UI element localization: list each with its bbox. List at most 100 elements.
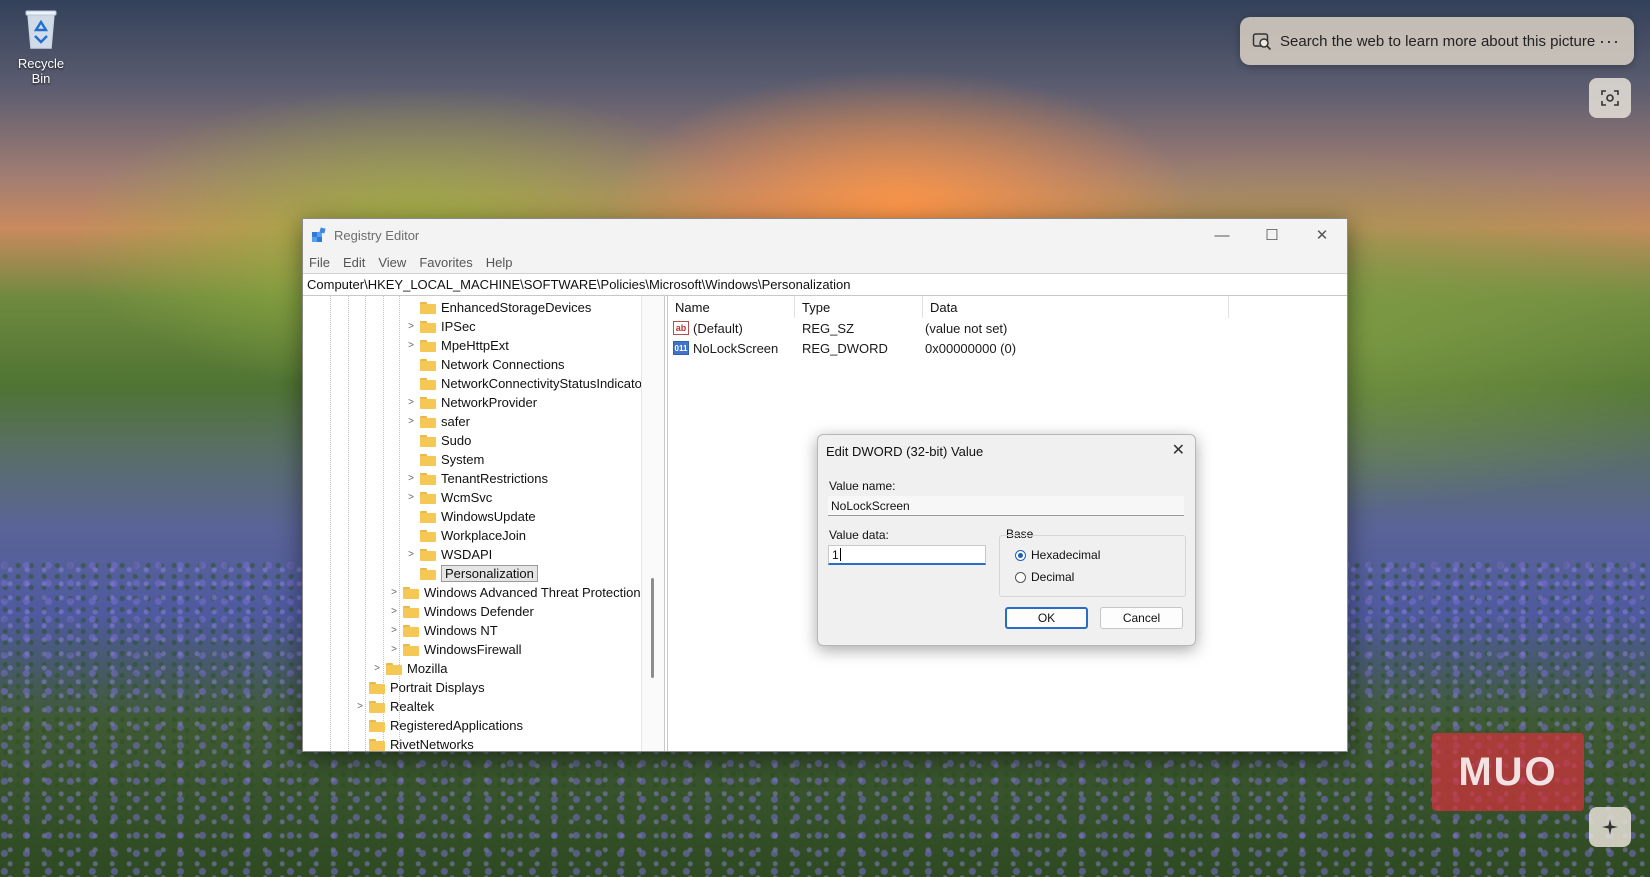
values-header: Name Type Data (668, 296, 1347, 318)
wallpaper-info-button[interactable] (1589, 807, 1631, 847)
tree-node-label: WSDAPI (441, 547, 493, 562)
hexadecimal-radio[interactable]: Hexadecimal (1015, 548, 1100, 562)
tree-node[interactable]: > Windows Defender (388, 602, 534, 621)
folder-icon (420, 434, 436, 447)
tree-node[interactable]: WindowsUpdate (405, 507, 536, 526)
address-bar[interactable]: Computer\HKEY_LOCAL_MACHINE\SOFTWARE\Pol… (303, 273, 1347, 296)
folder-icon (420, 510, 436, 523)
menu-bar: File Edit View Favorites Help (303, 251, 1347, 273)
chevron-right-icon[interactable]: > (371, 663, 383, 674)
key-tree-pane[interactable]: EnhancedStorageDevices > IPSec > MpeHttpEx… (303, 296, 665, 751)
tree-node-label: Windows NT (424, 623, 498, 638)
chevron-right-icon[interactable]: > (354, 701, 366, 712)
tree-node[interactable]: WorkplaceJoin (405, 526, 526, 545)
chevron-right-icon[interactable]: > (388, 587, 400, 598)
decimal-radio[interactable]: Decimal (1015, 570, 1074, 584)
tree-node[interactable]: > Mozilla (371, 659, 447, 678)
tree-node[interactable]: Sudo (405, 431, 471, 450)
sparkle-icon (1602, 819, 1618, 835)
column-data[interactable]: Data (923, 296, 1229, 318)
ok-button[interactable]: OK (1005, 607, 1088, 629)
tree-node[interactable]: > NetworkProvider (405, 393, 537, 412)
folder-icon (420, 415, 436, 428)
brand-watermark: MUO (1432, 733, 1584, 811)
tree-node[interactable]: > WindowsFirewall (388, 640, 521, 659)
visual-search-button[interactable] (1589, 78, 1631, 118)
tree-node[interactable]: Network Connections (405, 355, 565, 374)
tree-node-label: RivetNetworks (390, 737, 474, 751)
tree-node-label: EnhancedStorageDevices (441, 300, 592, 315)
maximize-button[interactable]: ☐ (1247, 219, 1297, 251)
edit-dword-dialog: Edit DWORD (32-bit) Value ✕ Value name: … (817, 434, 1196, 646)
tree-node-label: IPSec (441, 319, 476, 334)
tree-node[interactable]: Portrait Displays (354, 678, 485, 697)
folder-icon (420, 567, 436, 580)
tree-node[interactable]: RegisteredApplications (354, 716, 523, 735)
tree-node[interactable]: > safer (405, 412, 470, 431)
tree-node[interactable]: > TenantRestrictions (405, 469, 548, 488)
visual-search-text: Search the web to learn more about this … (1280, 32, 1596, 50)
visual-search-pill[interactable]: Search the web to learn more about this … (1240, 17, 1634, 65)
value-row[interactable]: ab (Default) REG_SZ (value not set) (668, 318, 1347, 338)
tree-node[interactable]: System (405, 450, 484, 469)
cancel-button[interactable]: Cancel (1100, 607, 1183, 629)
menu-file[interactable]: File (309, 255, 330, 270)
more-options-icon[interactable]: ··· (1599, 31, 1620, 52)
menu-favorites[interactable]: Favorites (419, 255, 472, 270)
tree-node[interactable]: > MpeHttpExt (405, 336, 509, 355)
tree-node[interactable]: > Realtek (354, 697, 434, 716)
column-type[interactable]: Type (795, 296, 923, 318)
tree-node[interactable]: > Windows Advanced Threat Protection (388, 583, 641, 602)
tree-node[interactable]: NetworkConnectivityStatusIndicator (405, 374, 646, 393)
recycle-bin-shortcut[interactable]: Recycle Bin (8, 6, 74, 86)
tree-node[interactable]: > WcmSvc (405, 488, 492, 507)
folder-icon (420, 396, 436, 409)
tree-node[interactable]: > IPSec (405, 317, 476, 336)
minimize-button[interactable]: — (1197, 219, 1247, 251)
folder-icon (420, 320, 436, 333)
chevron-right-icon[interactable]: > (388, 644, 400, 655)
menu-view[interactable]: View (378, 255, 406, 270)
registry-app-icon (312, 227, 326, 242)
column-name[interactable]: Name (668, 296, 795, 318)
value-name-label: Value name: (829, 479, 896, 493)
tree-scrollbar[interactable] (641, 296, 664, 751)
chevron-right-icon[interactable]: > (405, 340, 417, 351)
tree-node-label: NetworkConnectivityStatusIndicator (441, 376, 647, 391)
tree-node[interactable]: > Windows NT (388, 621, 498, 640)
menu-edit[interactable]: Edit (343, 255, 365, 270)
folder-icon (420, 548, 436, 561)
chevron-right-icon[interactable]: > (388, 606, 400, 617)
close-button[interactable]: ✕ (1297, 219, 1347, 251)
folder-icon (369, 738, 385, 751)
radio-checked-icon (1015, 549, 1026, 561)
chevron-right-icon[interactable]: > (405, 321, 417, 332)
tree-node-selected[interactable]: Personalization (405, 564, 538, 583)
value-row[interactable]: 011 NoLockScreen REG_DWORD 0x00000000 (0) (668, 338, 1347, 358)
scan-icon (1601, 90, 1619, 106)
folder-icon (420, 453, 436, 466)
title-bar[interactable]: Registry Editor — ☐ ✕ (303, 219, 1347, 251)
tree-node-label: System (441, 452, 485, 467)
chevron-right-icon[interactable]: > (405, 416, 417, 427)
menu-help[interactable]: Help (486, 255, 513, 270)
dialog-close-button[interactable]: ✕ (1172, 440, 1185, 460)
tree-node-label: RegisteredApplications (390, 718, 523, 733)
tree-node[interactable]: EnhancedStorageDevices (405, 298, 591, 317)
tree-node[interactable]: RivetNetworks (354, 735, 474, 751)
chevron-right-icon[interactable]: > (405, 492, 417, 503)
tree-node-label: NetworkProvider (441, 395, 538, 410)
value-name: NoLockScreen (693, 340, 779, 356)
chevron-right-icon[interactable]: > (405, 397, 417, 408)
tree-node[interactable]: > WSDAPI (405, 545, 492, 564)
chevron-right-icon[interactable]: > (405, 473, 417, 484)
folder-icon (369, 700, 385, 713)
tree-node-label: Windows Advanced Threat Protection (424, 585, 641, 600)
chevron-right-icon[interactable]: > (405, 549, 417, 560)
tree-node-label: WindowsUpdate (441, 509, 536, 524)
string-value-icon: ab (673, 321, 689, 335)
tree-scrollbar-thumb[interactable] (651, 578, 654, 678)
tree-node-label: Sudo (441, 433, 472, 448)
value-data-input[interactable]: 1 (828, 545, 986, 565)
chevron-right-icon[interactable]: > (388, 625, 400, 636)
